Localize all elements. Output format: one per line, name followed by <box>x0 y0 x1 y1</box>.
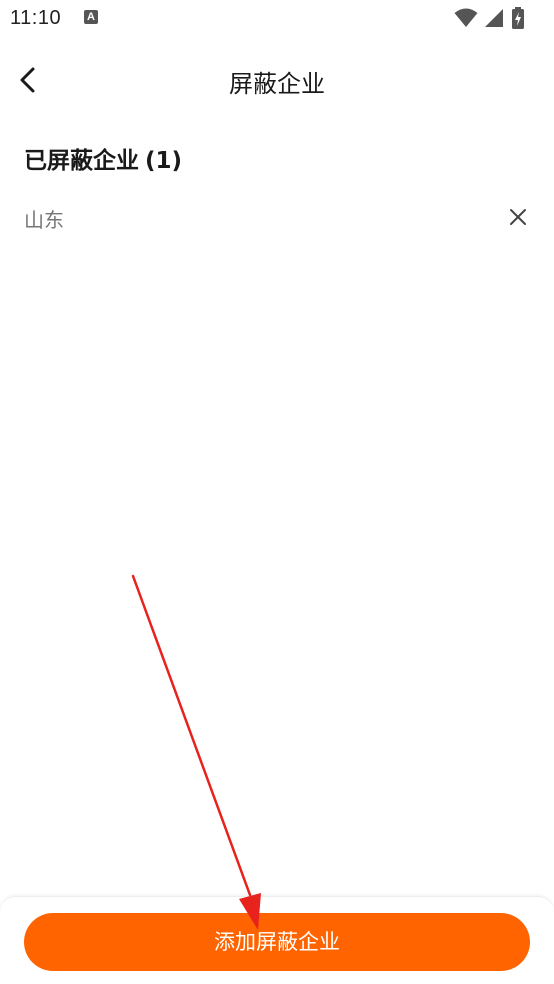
close-icon <box>510 209 526 225</box>
status-bar: 11:10 A <box>0 0 554 36</box>
screen: 11:10 A 屏蔽企业 已屏蔽企业 (1) 山东 添加屏蔽企业 <box>0 0 554 984</box>
blocked-company-name: 山东 <box>24 208 64 232</box>
remove-blocked-company-button[interactable] <box>506 205 530 229</box>
blocked-section-label: 已屏蔽企业 <box>24 148 139 174</box>
battery-charging-icon <box>512 7 524 29</box>
cell-signal-icon <box>485 9 503 27</box>
annotation-arrow-shaft <box>131 574 252 897</box>
status-icons <box>454 7 544 29</box>
status-time: 11:10 <box>10 7 62 29</box>
bottom-action-panel: 添加屏蔽企业 <box>0 896 554 984</box>
add-blocked-company-button[interactable]: 添加屏蔽企业 <box>24 913 530 971</box>
notification-a-icon: A <box>84 10 98 24</box>
blocked-company-item: 山东 <box>0 196 554 240</box>
page-title: 屏蔽企业 <box>229 70 325 98</box>
blocked-count: (1) <box>145 148 183 174</box>
blocked-section-title: 已屏蔽企业 (1) <box>24 141 182 175</box>
top-app-bar: 屏蔽企业 <box>0 50 554 110</box>
wifi-icon <box>454 8 478 27</box>
